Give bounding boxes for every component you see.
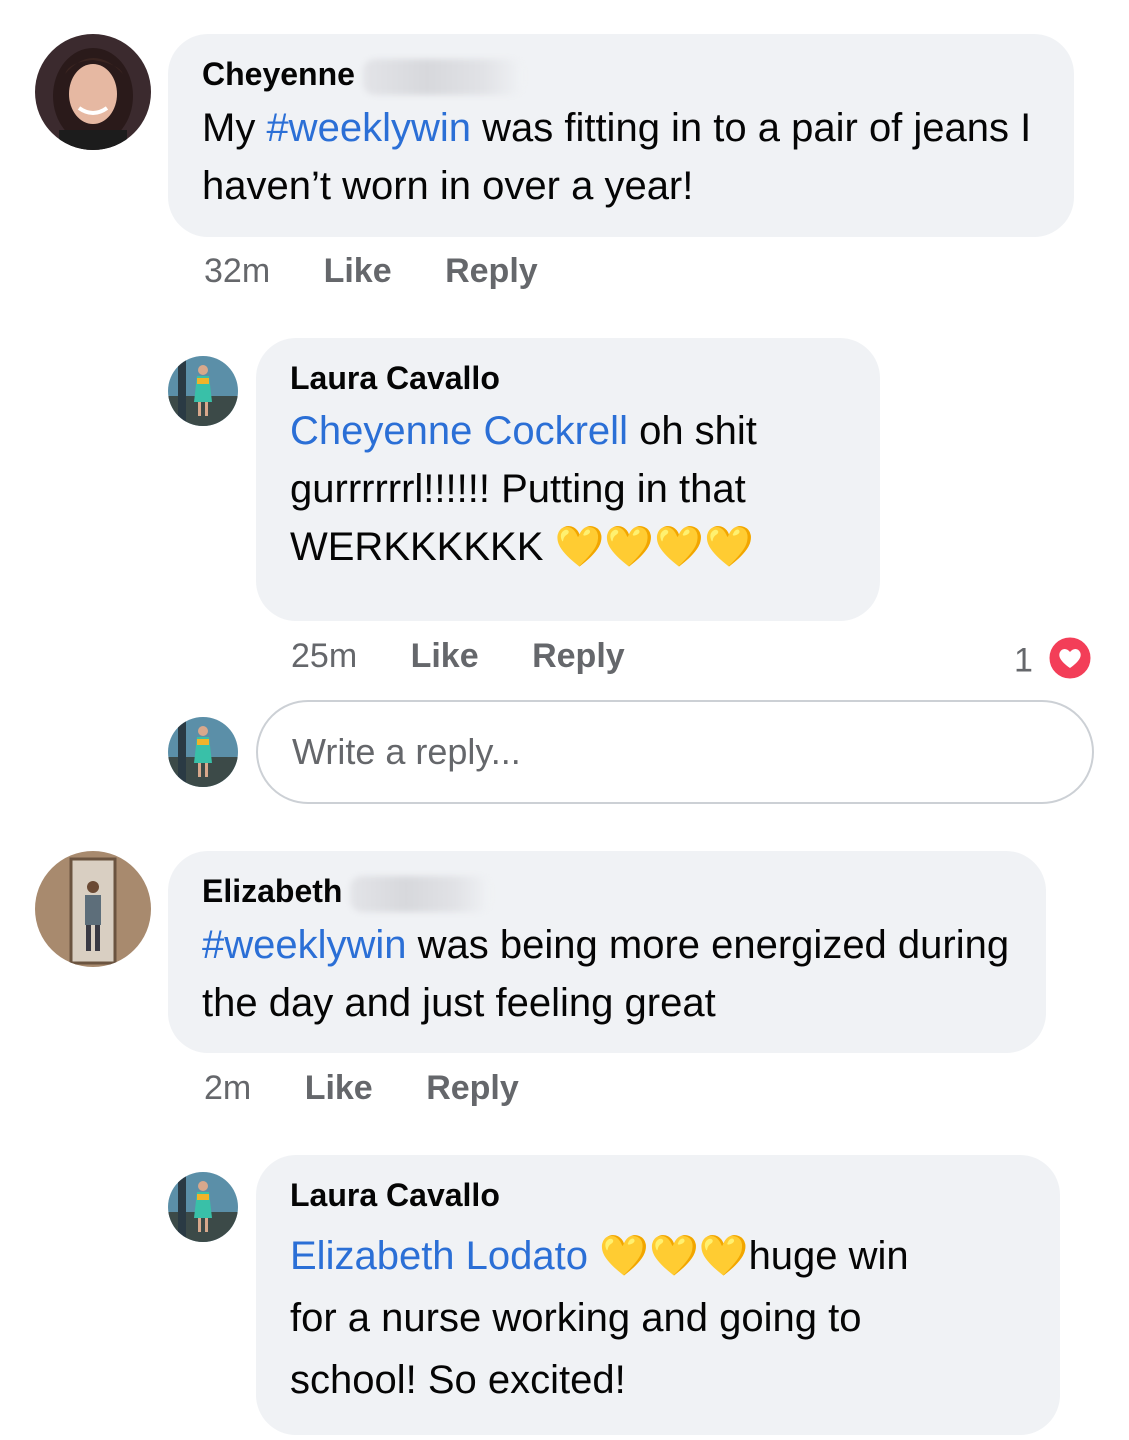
reply-button[interactable]: Reply [426,1069,519,1107]
reply-actions: 25m Like Reply [291,637,669,676]
reaction-summary[interactable]: 1 [1014,634,1094,691]
reply-button[interactable]: Reply [445,252,538,290]
comment-bubble-elizabeth: Elizabeth #weeklywin was being more ener… [168,851,1046,1053]
reaction-count: 1 [1014,641,1033,680]
comment-text: My #weeklywin was fitting in to a pair o… [202,105,1032,208]
reply-bubble-laura-1: Laura Cavallo Cheyenne Cockrell oh shit … [256,338,880,621]
reply-bubble-laura-2: Laura Cavallo Elizabeth Lodato 💛💛💛huge w… [256,1155,1060,1435]
avatar-laura[interactable] [168,356,238,426]
reply-text: Elizabeth Lodato 💛💛💛huge win for a nurse… [290,1234,909,1402]
reply-author[interactable]: Laura Cavallo [290,358,846,398]
avatar-laura[interactable] [168,1172,238,1242]
mention-link[interactable]: Elizabeth Lodato [290,1234,588,1278]
redacted-surname [350,875,491,912]
hashtag-link[interactable]: #weeklywin [266,106,471,150]
like-button[interactable]: Like [305,1069,373,1107]
mention-link[interactable]: Cheyenne Cockrell [290,409,628,453]
reply-button[interactable]: Reply [532,637,625,675]
comment-bubble-cheyenne: Cheyenne My #weeklywin was fitting in to… [168,34,1074,237]
comment-text: #weeklywin was being more energized duri… [202,922,1010,1025]
comment-actions: 2m Like Reply [204,1069,563,1108]
comment-actions: 32m Like Reply [204,252,582,291]
like-button[interactable]: Like [411,637,479,675]
yellow-heart-emoji: 💛💛💛💛 [554,525,754,569]
reply-input-placeholder: Write a reply... [292,731,521,772]
yellow-heart-emoji: 💛💛💛 [599,1234,749,1278]
love-reaction-icon [1046,634,1094,691]
hashtag-link[interactable]: #weeklywin [202,923,407,967]
comment-author[interactable]: Cheyenne [202,54,1040,95]
reply-text: Cheyenne Cockrell oh shit gurrrrrrl!!!!!… [290,409,757,569]
comment-author[interactable]: Elizabeth [202,871,1012,912]
reply-author[interactable]: Laura Cavallo [290,1175,1026,1215]
like-button[interactable]: Like [324,252,392,290]
write-reply-input[interactable]: Write a reply... [256,700,1094,804]
reply-timestamp[interactable]: 25m [291,637,357,675]
redacted-surname [362,58,523,95]
comment-timestamp[interactable]: 2m [204,1069,251,1107]
avatar-cheyenne[interactable] [35,34,151,150]
comment-timestamp[interactable]: 32m [204,252,270,290]
avatar-laura-input [168,717,238,787]
avatar-elizabeth[interactable] [35,851,151,967]
